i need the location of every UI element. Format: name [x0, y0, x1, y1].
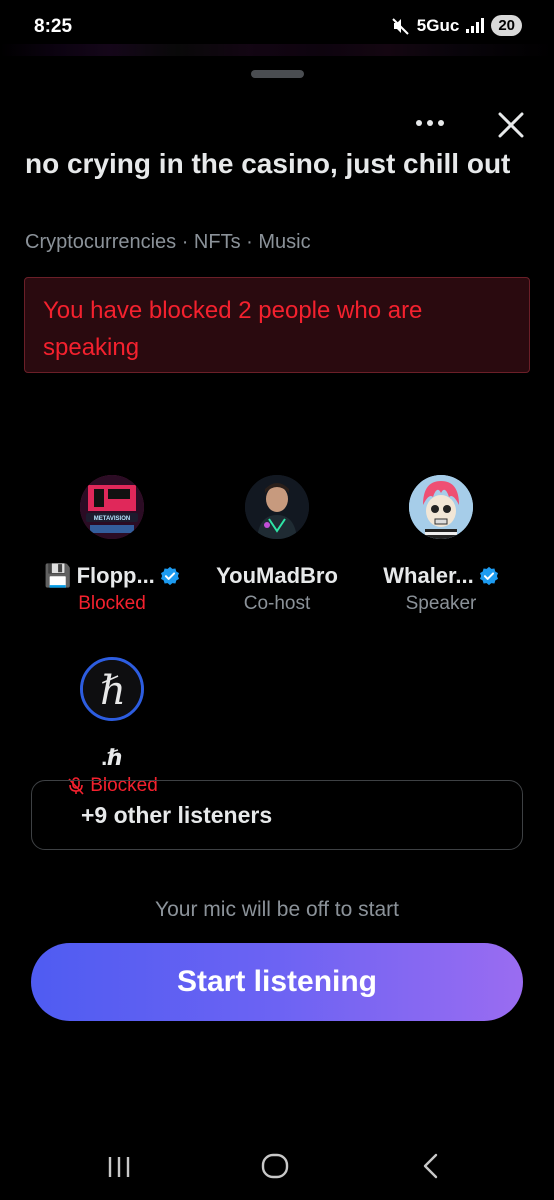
participant-role: Speaker [356, 593, 526, 615]
close-icon [498, 112, 524, 138]
status-icons: 5Guc 20 [391, 15, 522, 36]
verified-icon [160, 566, 179, 586]
participant-name: 💾 Flopp... [27, 563, 197, 589]
participant-role-text: Speaker [405, 593, 477, 614]
participant-role: Co-host [192, 593, 362, 615]
participant-floppy[interactable]: METAVISION 💾 Flopp... Blocked [27, 475, 197, 615]
avatar: METAVISION [80, 475, 144, 539]
network-label: 5Guc [416, 15, 460, 35]
other-listeners-label: +9 other listeners [81, 801, 273, 828]
avatar [409, 475, 473, 539]
more-dot [438, 120, 444, 126]
participant-hbar[interactable]: ℏ .ℏ Blocked [27, 657, 197, 797]
close-button[interactable] [494, 108, 528, 142]
blocked-notice: You have blocked 2 people who are speaki… [24, 277, 530, 373]
more-options-button[interactable] [408, 108, 452, 138]
space-sheet [0, 56, 554, 1200]
start-listening-button[interactable]: Start listening [31, 943, 523, 1021]
more-dot [416, 120, 422, 126]
avatar-logo-text: ℏ [100, 668, 126, 714]
mic-note: Your mic will be off to start [155, 898, 399, 921]
back-button[interactable] [420, 1152, 442, 1185]
other-listeners-button[interactable]: +9 other listeners [31, 780, 523, 850]
battery-indicator: 20 [491, 15, 522, 36]
participant-role-text: Blocked [78, 593, 146, 614]
system-nav-bar [0, 1138, 554, 1200]
mute-icon [391, 16, 411, 36]
participant-emoji: 💾 [44, 563, 72, 588]
participant-youmadbro[interactable]: YouMadBro Co-host [192, 475, 362, 615]
avatar [245, 475, 309, 539]
avatar-logo-text: METAVISION [94, 516, 130, 522]
participant-role-text: Co-host [243, 593, 311, 614]
participant-name-text: .ℏ [101, 745, 123, 770]
back-icon [423, 1153, 438, 1179]
recent-apps-icon [108, 1157, 130, 1177]
space-title: no crying in the casino, just chill out [25, 148, 511, 179]
participant-name: .ℏ [27, 745, 197, 771]
participant-whaler[interactable]: Whaler... Speaker [356, 475, 526, 615]
avatar: ℏ [80, 657, 144, 721]
participant-name-text: YouMadBro [216, 563, 338, 588]
home-icon [261, 1153, 289, 1179]
status-time: 8:25 [34, 16, 73, 37]
participant-name: YouMadBro [192, 563, 362, 589]
space-topics: Cryptocurrencies · NFTs · Music [25, 231, 311, 253]
recent-apps-button[interactable] [106, 1154, 132, 1185]
more-dot [427, 120, 433, 126]
start-listening-label: Start listening [176, 965, 378, 998]
participant-name-text: Flopp... [76, 563, 155, 588]
participant-name: Whaler... [356, 563, 526, 589]
verified-icon [479, 566, 498, 586]
blocked-notice-text: You have blocked 2 people who are speaki… [43, 297, 423, 361]
participant-role: Blocked [27, 593, 197, 615]
participant-name-text: Whaler... [383, 563, 474, 588]
home-button[interactable] [261, 1152, 289, 1185]
signal-icon [465, 17, 485, 34]
sheet-grabber[interactable] [251, 70, 304, 78]
